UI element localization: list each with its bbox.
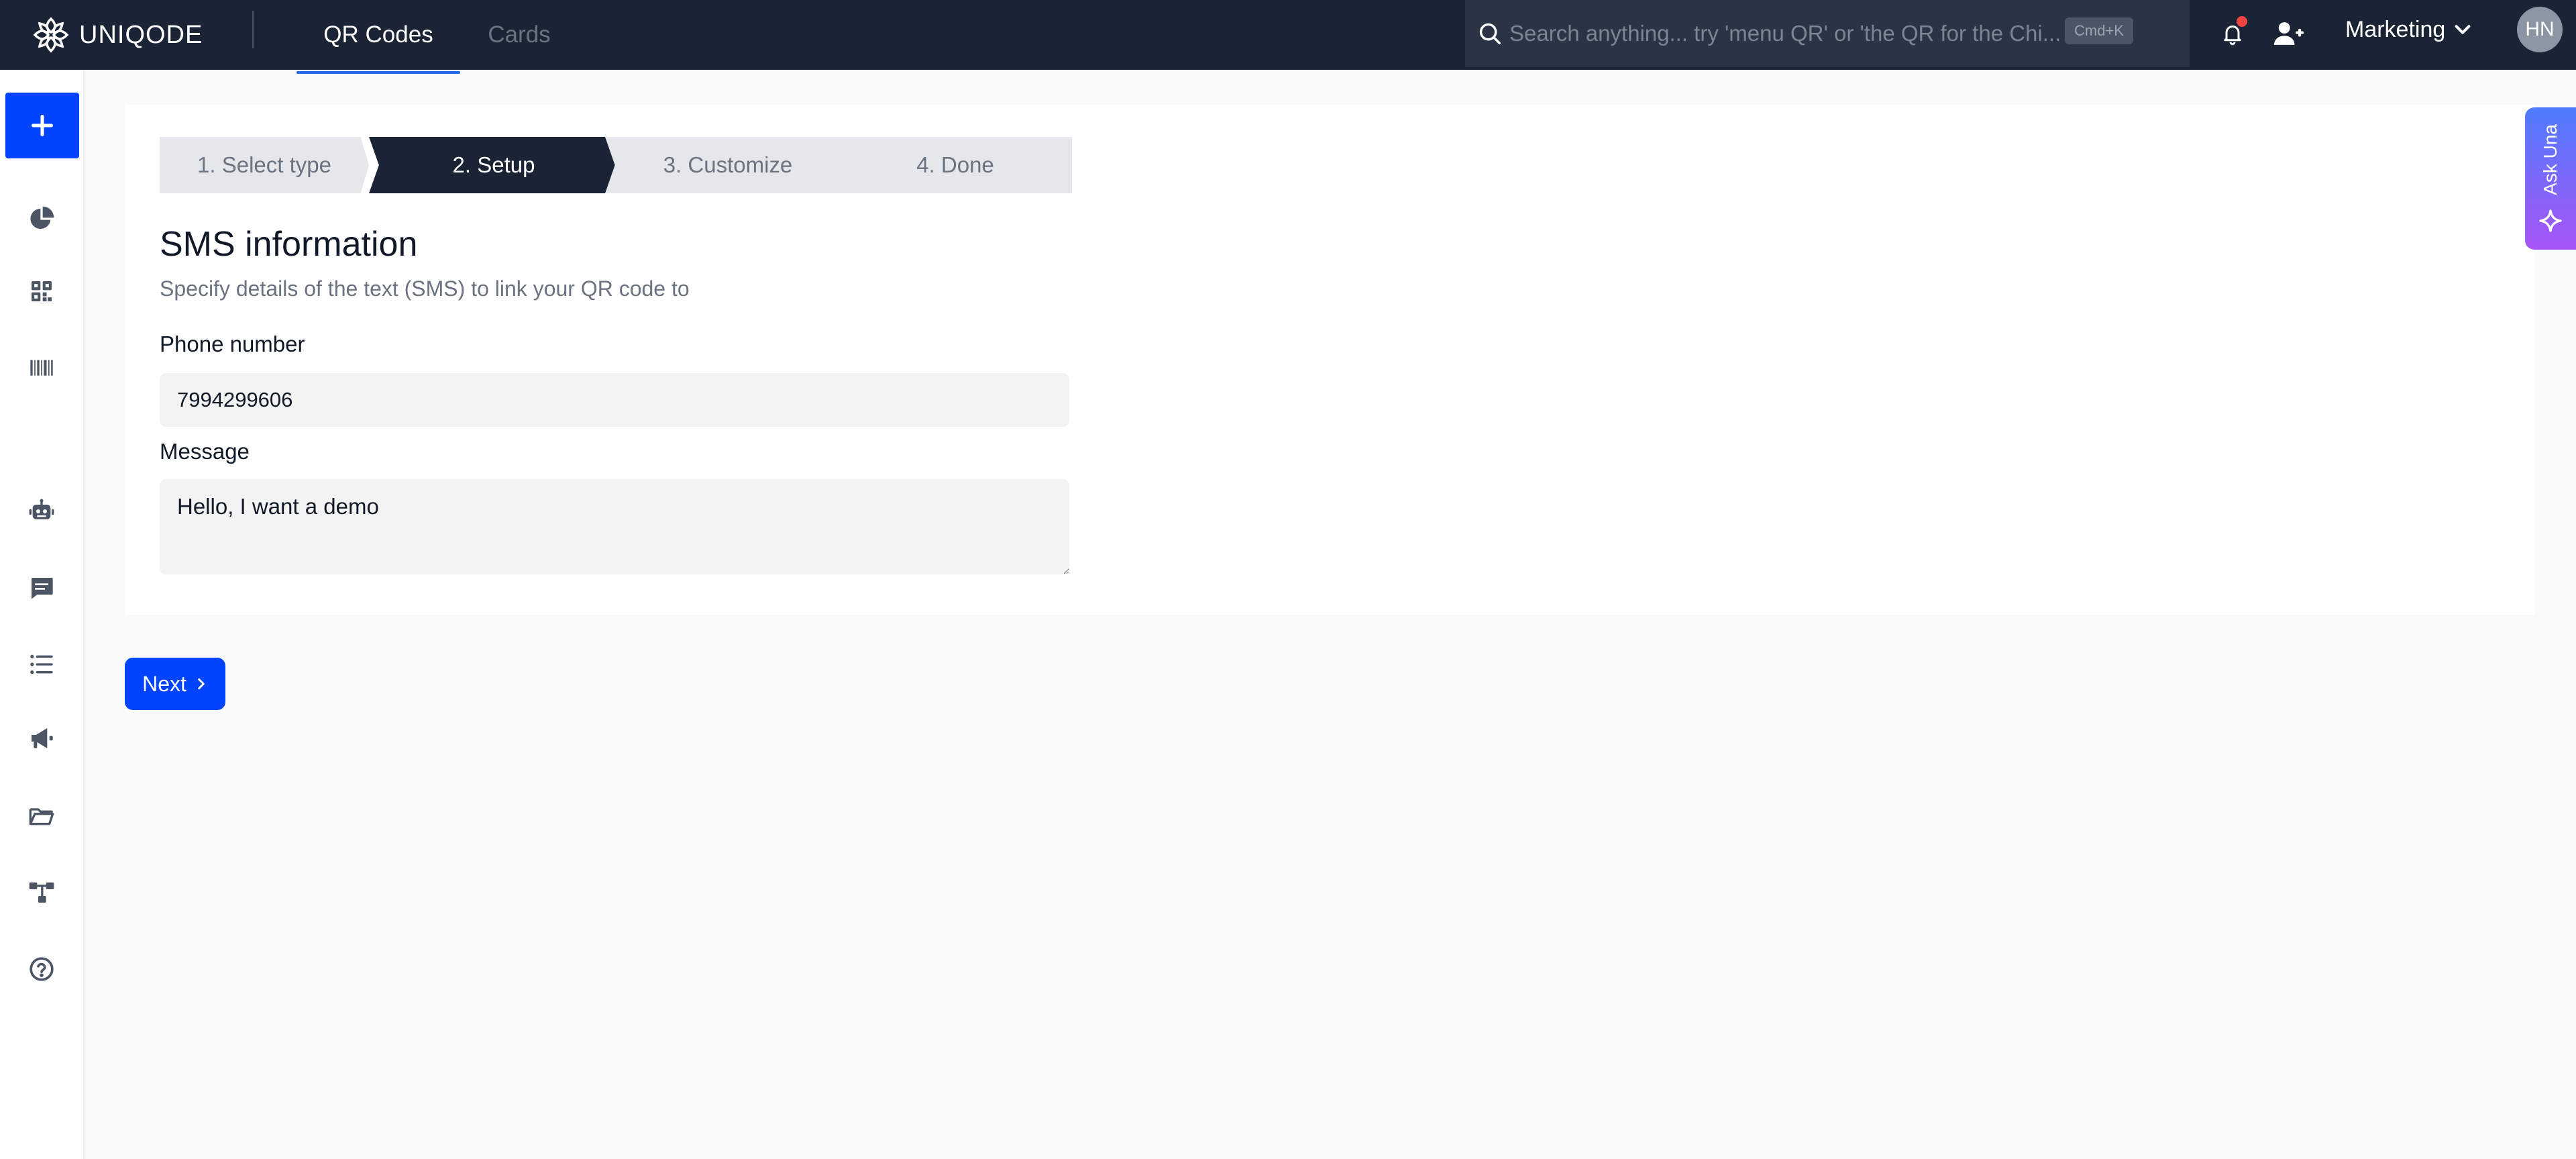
next-button-label: Next bbox=[142, 671, 186, 696]
message-textarea[interactable]: Hello, I want a demo bbox=[160, 479, 1069, 574]
plus-icon bbox=[31, 114, 54, 137]
sidebar-item-campaigns[interactable] bbox=[25, 722, 58, 754]
step-customize[interactable]: 3. Customize bbox=[605, 137, 851, 193]
pie-chart-icon bbox=[30, 206, 54, 229]
global-search[interactable]: Cmd+K bbox=[1465, 0, 2190, 67]
hierarchy-icon bbox=[29, 883, 54, 903]
sidebar-item-qr-codes[interactable] bbox=[25, 275, 58, 307]
sidebar-item-barcodes[interactable] bbox=[25, 352, 58, 384]
ask-una-label: Ask Una bbox=[2540, 124, 2561, 195]
sidebar bbox=[0, 70, 85, 1159]
message-icon bbox=[32, 578, 53, 599]
next-button[interactable]: Next bbox=[125, 658, 225, 710]
qr-grid-icon bbox=[32, 281, 52, 301]
uniqode-logo-icon bbox=[33, 17, 69, 53]
chevron-down-icon bbox=[2455, 25, 2471, 34]
sidebar-item-help[interactable] bbox=[25, 953, 58, 985]
sidebar-item-lists[interactable] bbox=[25, 648, 58, 681]
barcode-icon bbox=[30, 360, 53, 376]
step-done[interactable]: 4. Done bbox=[839, 137, 1072, 193]
nav-divider bbox=[252, 11, 254, 48]
add-user-icon bbox=[2274, 22, 2304, 45]
folder-icon bbox=[29, 808, 54, 825]
phone-label: Phone number bbox=[160, 332, 305, 356]
create-button[interactable] bbox=[5, 93, 79, 158]
logo-text: UNIQODE bbox=[79, 20, 203, 49]
sidebar-item-automation[interactable] bbox=[25, 495, 58, 527]
step-select-type[interactable]: 1. Select type bbox=[160, 137, 369, 193]
chevron-right-icon bbox=[198, 678, 205, 690]
tab-cards[interactable]: Cards bbox=[470, 0, 569, 70]
phone-number-input[interactable] bbox=[160, 373, 1069, 427]
workspace-selector[interactable]: Marketing bbox=[2345, 0, 2472, 59]
sidebar-item-folders[interactable] bbox=[25, 800, 58, 832]
sidebar-item-messages[interactable] bbox=[25, 572, 58, 604]
workspace-name: Marketing bbox=[2345, 16, 2446, 42]
app-logo[interactable]: UNIQODE bbox=[31, 13, 203, 56]
sidebar-item-organization[interactable] bbox=[25, 876, 58, 909]
list-icon bbox=[30, 654, 53, 674]
notifications-button[interactable] bbox=[2214, 15, 2251, 52]
invite-user-button[interactable] bbox=[2270, 15, 2308, 52]
user-avatar[interactable]: HN bbox=[2517, 7, 2563, 52]
section-subtitle: Specify details of the text (SMS) to lin… bbox=[160, 276, 690, 301]
tab-qr-codes[interactable]: QR Codes bbox=[297, 0, 460, 70]
ask-una-assistant-tab[interactable]: Ask Una bbox=[2525, 107, 2576, 250]
sidebar-item-analytics[interactable] bbox=[25, 203, 58, 235]
sparkle-icon bbox=[2539, 209, 2562, 232]
search-input[interactable] bbox=[1509, 21, 2073, 46]
message-label: Message bbox=[160, 439, 250, 464]
setup-card: 1. Select type 2. Setup 3. Customize 4. … bbox=[125, 105, 2534, 615]
top-navigation-bar: UNIQODE QR Codes Cards Cmd+K Marketing H… bbox=[0, 0, 2576, 74]
step-setup[interactable]: 2. Setup bbox=[369, 137, 619, 193]
megaphone-icon bbox=[32, 728, 53, 748]
robot-icon bbox=[29, 499, 54, 519]
notification-badge bbox=[2237, 16, 2247, 27]
help-icon bbox=[30, 957, 54, 981]
search-icon bbox=[1479, 23, 1501, 44]
section-title: SMS information bbox=[160, 225, 418, 264]
active-tab-indicator bbox=[297, 71, 460, 74]
search-shortcut-badge: Cmd+K bbox=[2065, 17, 2133, 44]
